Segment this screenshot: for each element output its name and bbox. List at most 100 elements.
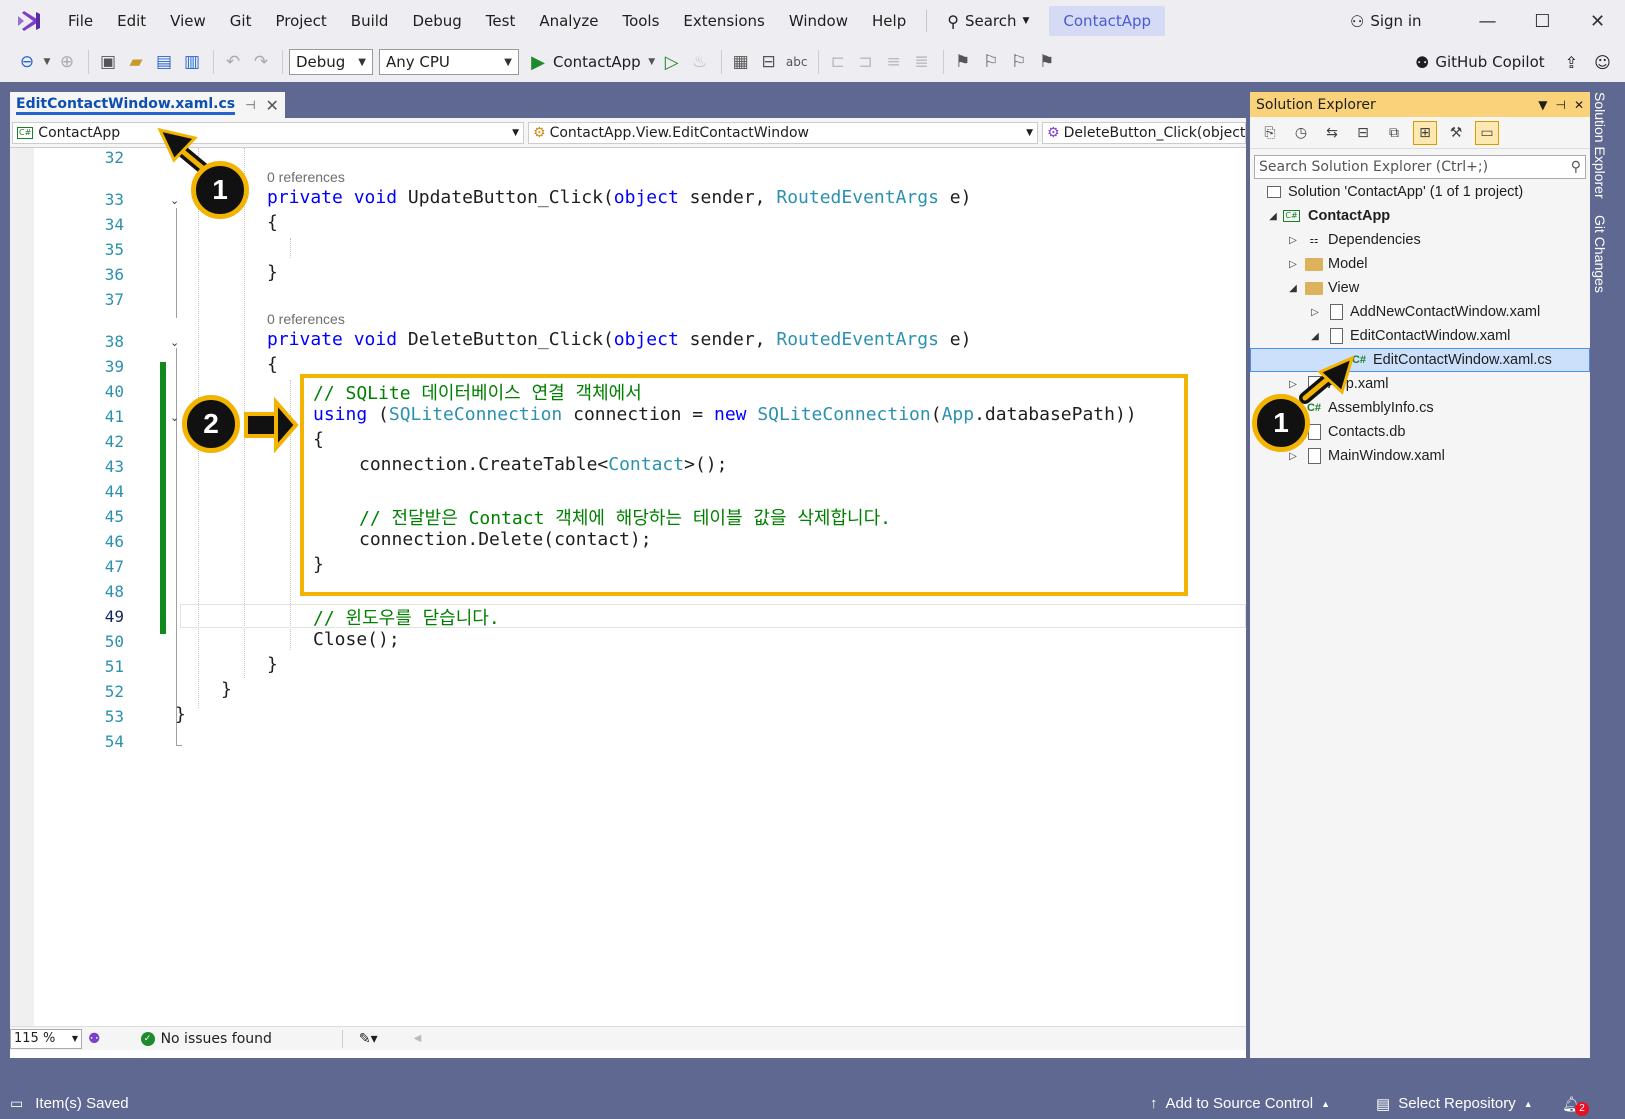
notifications-button[interactable]: 🔔︎ 2 [1562,1092,1590,1116]
document-tab[interactable]: EditContactWindow.xaml.cs ⊣ ✕ [10,92,285,118]
properties-icon[interactable]: ⚒ [1444,121,1468,145]
share-icon[interactable]: ⇪ [1565,53,1578,72]
code-cleanup-icon[interactable]: ✎▾ [359,1031,378,1047]
collapse-chevron-icon[interactable]: ⌄ [170,411,179,424]
menu-tools[interactable]: Tools [610,0,671,42]
redo-icon[interactable]: ↷ [248,49,274,75]
preview-selected-icon[interactable]: ⊞ [1413,120,1437,145]
tree-item-view-folder[interactable]: ◢ View [1250,276,1590,300]
sync-with-document-icon[interactable]: ⇆ [1320,121,1344,145]
dropdown-arrow-icon[interactable]: ▼ [42,49,52,75]
scroll-left-icon[interactable]: ◀ [414,1033,422,1044]
tree-item-edit-xaml-cs[interactable]: C# EditContactWindow.xaml.cs [1250,348,1590,372]
expanded-arrow-icon[interactable]: ◢ [1308,331,1322,342]
outdent-icon[interactable]: ≡ [881,49,907,75]
solution-explorer-icon[interactable]: ▦ [728,49,754,75]
menu-extensions[interactable]: Extensions [671,0,776,42]
close-icon[interactable]: ✕ [266,96,279,115]
pending-changes-filter-icon[interactable]: ◷ [1289,121,1313,145]
side-tab-solution-explorer[interactable]: Solution Explorer [1592,92,1608,199]
tree-item-edit-xaml[interactable]: ◢ EditContactWindow.xaml [1250,324,1590,348]
menu-test[interactable]: Test [474,0,528,42]
menu-window[interactable]: Window [777,0,860,42]
open-folder-icon[interactable]: ▰ [123,49,149,75]
collapse-chevron-icon[interactable]: ⌄ [170,336,179,349]
bookmark-icon[interactable]: ⚑ [950,49,976,75]
expanded-arrow-icon[interactable]: ◢ [1286,283,1300,294]
indent-icon[interactable]: ≣ [909,49,935,75]
toggle-view-icon[interactable]: ▭ [1475,120,1499,145]
tree-item-app-xaml[interactable]: ▷ App.xaml [1250,372,1590,396]
tree-item-dependencies[interactable]: ▷ ⚏ Dependencies [1250,228,1590,252]
menu-help[interactable]: Help [860,0,918,42]
maximize-button[interactable]: ☐ [1515,0,1570,42]
collapsed-arrow-icon[interactable]: ▷ [1286,451,1300,462]
collapsed-arrow-icon[interactable]: ▷ [1286,259,1300,270]
hot-reload-icon[interactable]: ♨ [687,49,713,75]
type-dropdown[interactable]: ⚙ ContactApp.View.EditContactWindow ▼ [528,122,1038,144]
tree-item-solution[interactable]: Solution 'ContactApp' (1 of 1 project) [1250,180,1590,204]
new-project-icon[interactable]: ▣ [95,49,121,75]
tree-item-addnew-xaml[interactable]: ▷ AddNewContactWindow.xaml [1250,300,1590,324]
start-debugging-icon[interactable]: ▶ [525,49,551,75]
distribute-icon[interactable]: ⊐ [853,49,879,75]
select-repository-button[interactable]: ▤ Select Repository ▲ [1376,1095,1533,1113]
align-icon[interactable]: ⊏ [825,49,851,75]
github-copilot-button[interactable]: ⚉ GitHub Copilot ⇪ ☺ [1415,42,1611,82]
copilot-status-icon[interactable]: ⚉ [88,1031,101,1047]
close-icon[interactable]: ✕ [1574,98,1584,112]
save-all-icon[interactable]: ▥ [179,49,205,75]
navigate-back-icon[interactable]: ⊖ [14,49,40,75]
search-button[interactable]: ⚲ Search ▼ [935,6,1041,36]
member-dropdown[interactable]: ⚙ DeleteButton_Click(object [1042,122,1246,144]
tree-item-project[interactable]: ◢ C# ContactApp [1250,204,1590,228]
code-lens-references[interactable]: 0 references [267,169,345,185]
collapsed-arrow-icon[interactable]: ▷ [1286,379,1300,390]
code-lens-references[interactable]: 0 references [267,311,345,327]
collapse-all-icon[interactable]: ⊟ [1351,121,1375,145]
layout-icon[interactable]: ⊟ [756,49,782,75]
pin-icon[interactable]: ⊣ [1555,98,1565,112]
menu-build[interactable]: Build [339,0,401,42]
menu-project[interactable]: Project [263,0,338,42]
show-all-files-icon[interactable]: ⧉ [1382,121,1406,145]
window-position-icon[interactable]: ▼ [1538,98,1547,112]
spell-check-icon[interactable]: abc [784,49,810,75]
save-icon[interactable]: ▤ [151,49,177,75]
expanded-arrow-icon[interactable]: ◢ [1266,211,1280,222]
start-without-debugging-icon[interactable]: ▷ [659,49,685,75]
solution-platform-select[interactable]: Any CPU ▼ [379,49,519,75]
side-tab-git-changes[interactable]: Git Changes [1592,215,1608,293]
zoom-select[interactable]: 115 % ▼ [10,1028,82,1049]
tree-item-mainwindow-xaml[interactable]: ▷ MainWindow.xaml [1250,444,1590,468]
navigate-forward-icon[interactable]: ⊕ [54,49,80,75]
collapse-chevron-icon[interactable]: ⌄ [170,194,179,207]
close-window-button[interactable]: ✕ [1570,0,1625,42]
outline-line [176,728,182,746]
switch-views-icon[interactable]: ⎘ [1258,121,1282,145]
project-dropdown[interactable]: C# ContactApp ▼ [12,122,524,144]
undo-icon[interactable]: ↶ [220,49,246,75]
sign-in-button[interactable]: ⚇ Sign in [1350,0,1422,42]
pin-icon[interactable]: ⊣ [245,98,255,112]
menu-edit[interactable]: Edit [105,0,158,42]
tree-item-model-folder[interactable]: ▷ Model [1250,252,1590,276]
run-target-label[interactable]: ContactApp [553,53,641,71]
collapsed-arrow-icon[interactable]: ▷ [1308,307,1322,318]
next-bookmark-icon[interactable]: ⚐ [1006,49,1032,75]
minimize-button[interactable]: — [1460,0,1515,42]
menu-debug[interactable]: Debug [400,0,473,42]
menu-git[interactable]: Git [218,0,264,42]
menu-view[interactable]: View [158,0,218,42]
menu-analyze[interactable]: Analyze [527,0,610,42]
add-to-source-control-button[interactable]: ↑ Add to Source Control ▲ [1150,1095,1330,1112]
solution-configuration-select[interactable]: Debug ▼ [289,49,373,75]
chevron-down-icon[interactable]: ▼ [647,49,657,75]
feedback-icon[interactable]: ☺ [1594,53,1611,72]
collapsed-arrow-icon[interactable]: ▷ [1286,235,1300,246]
previous-bookmark-icon[interactable]: ⚐ [978,49,1004,75]
clear-bookmarks-icon[interactable]: ⚑ [1034,49,1060,75]
solution-explorer-search-input[interactable]: Search Solution Explorer (Ctrl+;) ⚲ [1254,155,1586,179]
menu-file[interactable]: File [56,0,105,42]
issues-status[interactable]: ✓ No issues found [140,1031,272,1047]
